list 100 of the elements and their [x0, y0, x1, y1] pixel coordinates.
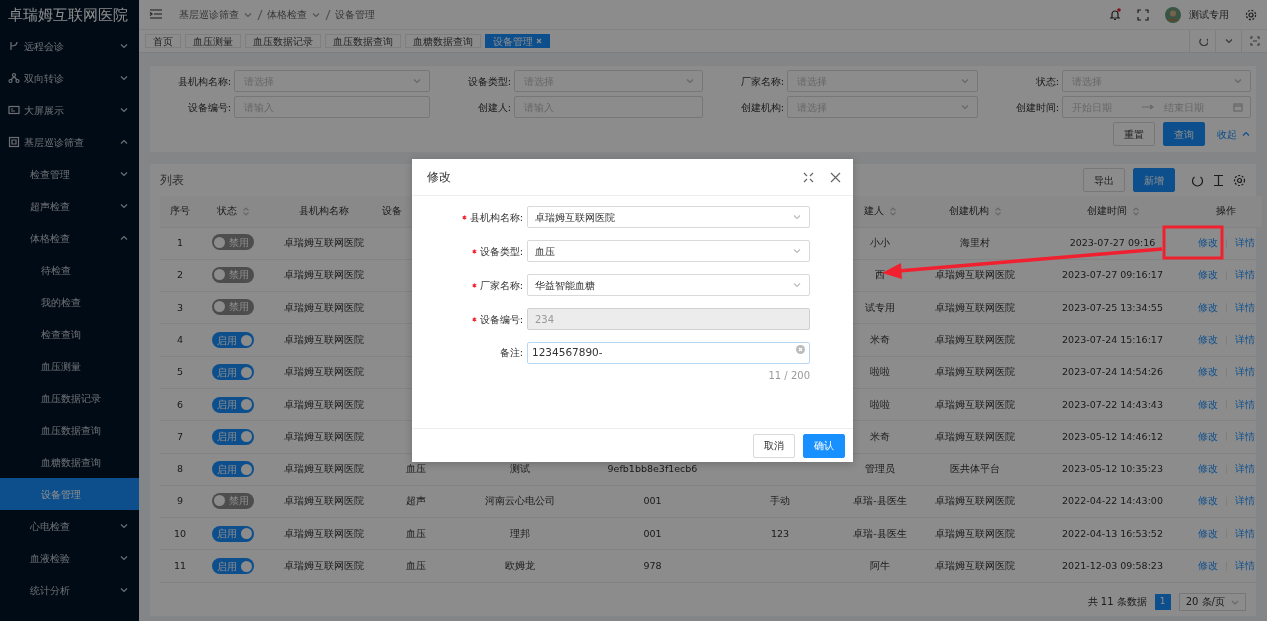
filter-label: 状态: [1034, 74, 1060, 89]
table-cell: 4 [176, 333, 183, 345]
edit-link[interactable]: 修改 [1197, 268, 1218, 283]
toggle-switch[interactable]: 启用 [211, 461, 254, 478]
edit-link[interactable]: 修改 [1197, 236, 1218, 251]
sidebar-item[interactable]: 待检查 [0, 254, 139, 286]
add-button[interactable]: 新增 [1133, 168, 1175, 192]
sidebar-item[interactable]: 大屏展示 [0, 94, 139, 126]
sidebar-item[interactable]: 血压数据记录 [0, 382, 139, 414]
sidebar-item[interactable]: 检查查询 [0, 318, 139, 350]
toggle-switch[interactable]: 启用 [211, 396, 254, 413]
select-field[interactable]: 华益智能血糖 [527, 274, 810, 296]
toggle-switch[interactable]: 启用 [211, 428, 254, 445]
edit-link[interactable]: 修改 [1197, 300, 1218, 315]
toggle-switch[interactable]: 启用 [211, 332, 254, 349]
sidebar-item[interactable]: 体格检查 [0, 222, 139, 254]
select-field[interactable]: 血压 [527, 240, 810, 262]
breadcrumb-item[interactable]: 体格检查 [267, 7, 321, 22]
table-cell: 啦啦 [870, 398, 890, 410]
tab[interactable]: 血压数据查询 [325, 34, 401, 48]
filter-label: 创建人: [476, 100, 512, 115]
details-link[interactable]: 详情 [1234, 268, 1255, 283]
details-link[interactable]: 详情 [1234, 494, 1255, 509]
details-link[interactable]: 详情 [1234, 365, 1255, 380]
page-size-select[interactable]: 20 条/页 [1178, 592, 1246, 611]
details-link[interactable]: 详情 [1234, 300, 1255, 315]
page-button[interactable]: 1 [1154, 593, 1171, 610]
tab[interactable]: 血压数据记录 [245, 34, 321, 48]
filter-label: 设备类型: [466, 74, 512, 89]
sidebar-item[interactable]: 检查管理 [0, 158, 139, 190]
tab[interactable]: 血糖数据查询 [405, 34, 481, 48]
table-cell: 978 [643, 560, 662, 571]
select-field[interactable]: 卓瑞姆互联网医院 [527, 206, 810, 228]
edit-link[interactable]: 修改 [1197, 462, 1218, 477]
table-cell: 阿牛 [870, 560, 890, 571]
sidebar-item[interactable]: 超声检查 [0, 190, 139, 222]
edit-link[interactable]: 修改 [1197, 332, 1218, 348]
edit-link[interactable]: 修改 [1197, 397, 1218, 412]
toggle-switch[interactable]: 启用 [211, 558, 254, 575]
tab[interactable]: 血压测量 [185, 34, 241, 48]
field-label: 设备编号: [479, 312, 523, 327]
tab[interactable]: 设备管理 [485, 34, 550, 48]
textarea-field[interactable]: 1234567890- [527, 342, 810, 364]
tab[interactable]: 首页 [145, 34, 181, 48]
sidebar-item[interactable]: 我的检查 [0, 286, 139, 318]
table-cell: 理邦 [510, 527, 530, 539]
details-link[interactable]: 详情 [1234, 429, 1255, 445]
search-button[interactable]: 查询 [1163, 122, 1205, 146]
sidebar-item[interactable]: 基层巡诊筛查 [0, 126, 139, 158]
edit-link[interactable]: 修改 [1197, 365, 1218, 380]
sidebar-item[interactable]: 心电检查 [0, 510, 139, 542]
table-cell: 2022-04-13 16:53:52 [1062, 527, 1163, 539]
table-cell: 2023-05-12 14:46:12 [1062, 430, 1163, 442]
table-cell: 卓瑞姆互联网医院 [283, 333, 364, 345]
reset-button[interactable]: 重置 [1113, 122, 1155, 146]
cancel-button[interactable]: 取消 [753, 433, 795, 458]
sidebar-item[interactable]: 血液检验 [0, 542, 139, 574]
sidebar-item[interactable]: 统计分析 [0, 574, 139, 606]
sidebar-item[interactable]: 双向转诊 [0, 62, 139, 94]
table-cell: 2023-07-25 13:34:55 [1062, 301, 1163, 313]
table-cell: 卓瑞姆互联网医院 [935, 301, 1015, 313]
edit-link[interactable]: 修改 [1197, 526, 1218, 541]
sidebar-item[interactable]: 设备管理 [0, 478, 139, 510]
breadcrumb-item[interactable]: 设备管理 [335, 7, 375, 22]
table-cell: 卓瑞姆互联网医院 [283, 560, 364, 571]
table-cell: 血压 [406, 527, 426, 539]
table-cell: 卓瑞姆互联网医院 [283, 430, 364, 442]
details-link[interactable]: 详情 [1234, 462, 1255, 477]
confirm-button[interactable]: 确认 [803, 433, 845, 458]
sidebar-item[interactable]: 远程会诊 [0, 30, 139, 62]
collapse-link[interactable]: 收起 [1217, 126, 1251, 142]
field-label: 设备类型: [479, 244, 523, 259]
edit-link[interactable]: 修改 [1197, 559, 1218, 574]
toggle-switch[interactable]: 启用 [211, 525, 254, 542]
edit-link[interactable]: 修改 [1197, 429, 1218, 445]
edit-link[interactable]: 修改 [1197, 494, 1218, 509]
table-cell: 河南云心电公司 [485, 495, 555, 507]
table-cell: 超声 [406, 495, 426, 507]
table-cell: 卓瑞姆互联网医院 [935, 366, 1015, 378]
user-name[interactable]: 测试专用 [1189, 7, 1229, 22]
sidebar-item[interactable]: 血糖数据查询 [0, 446, 139, 478]
table-cell: 2023-07-27 09:16:17 [1062, 269, 1163, 281]
table-cell: 血压 [406, 560, 426, 571]
export-button[interactable]: 导出 [1083, 168, 1125, 192]
details-link[interactable]: 详情 [1234, 236, 1255, 251]
table-cell: 卓瑞姆互联网医院 [283, 463, 364, 475]
sidebar-item[interactable]: 血压测量 [0, 350, 139, 382]
toggle-switch[interactable]: 启用 [211, 364, 254, 381]
field-label: 备注: [498, 346, 524, 360]
breadcrumb-item[interactable]: 基层巡诊筛查 [179, 7, 253, 22]
column-header: 县机构名称 [298, 205, 349, 217]
table-cell: 西 [875, 269, 885, 281]
details-link[interactable]: 详情 [1234, 397, 1255, 412]
sidebar-item[interactable]: 血压数据查询 [0, 414, 139, 446]
details-link[interactable]: 详情 [1234, 332, 1255, 348]
app-title: 卓瑞姆互联网医院 [7, 5, 129, 26]
details-link[interactable]: 详情 [1234, 526, 1255, 541]
table-cell: 2022-04-22 14:43:00 [1062, 495, 1163, 507]
table-cell: 医共体平台 [950, 463, 1000, 475]
details-link[interactable]: 详情 [1234, 559, 1255, 574]
